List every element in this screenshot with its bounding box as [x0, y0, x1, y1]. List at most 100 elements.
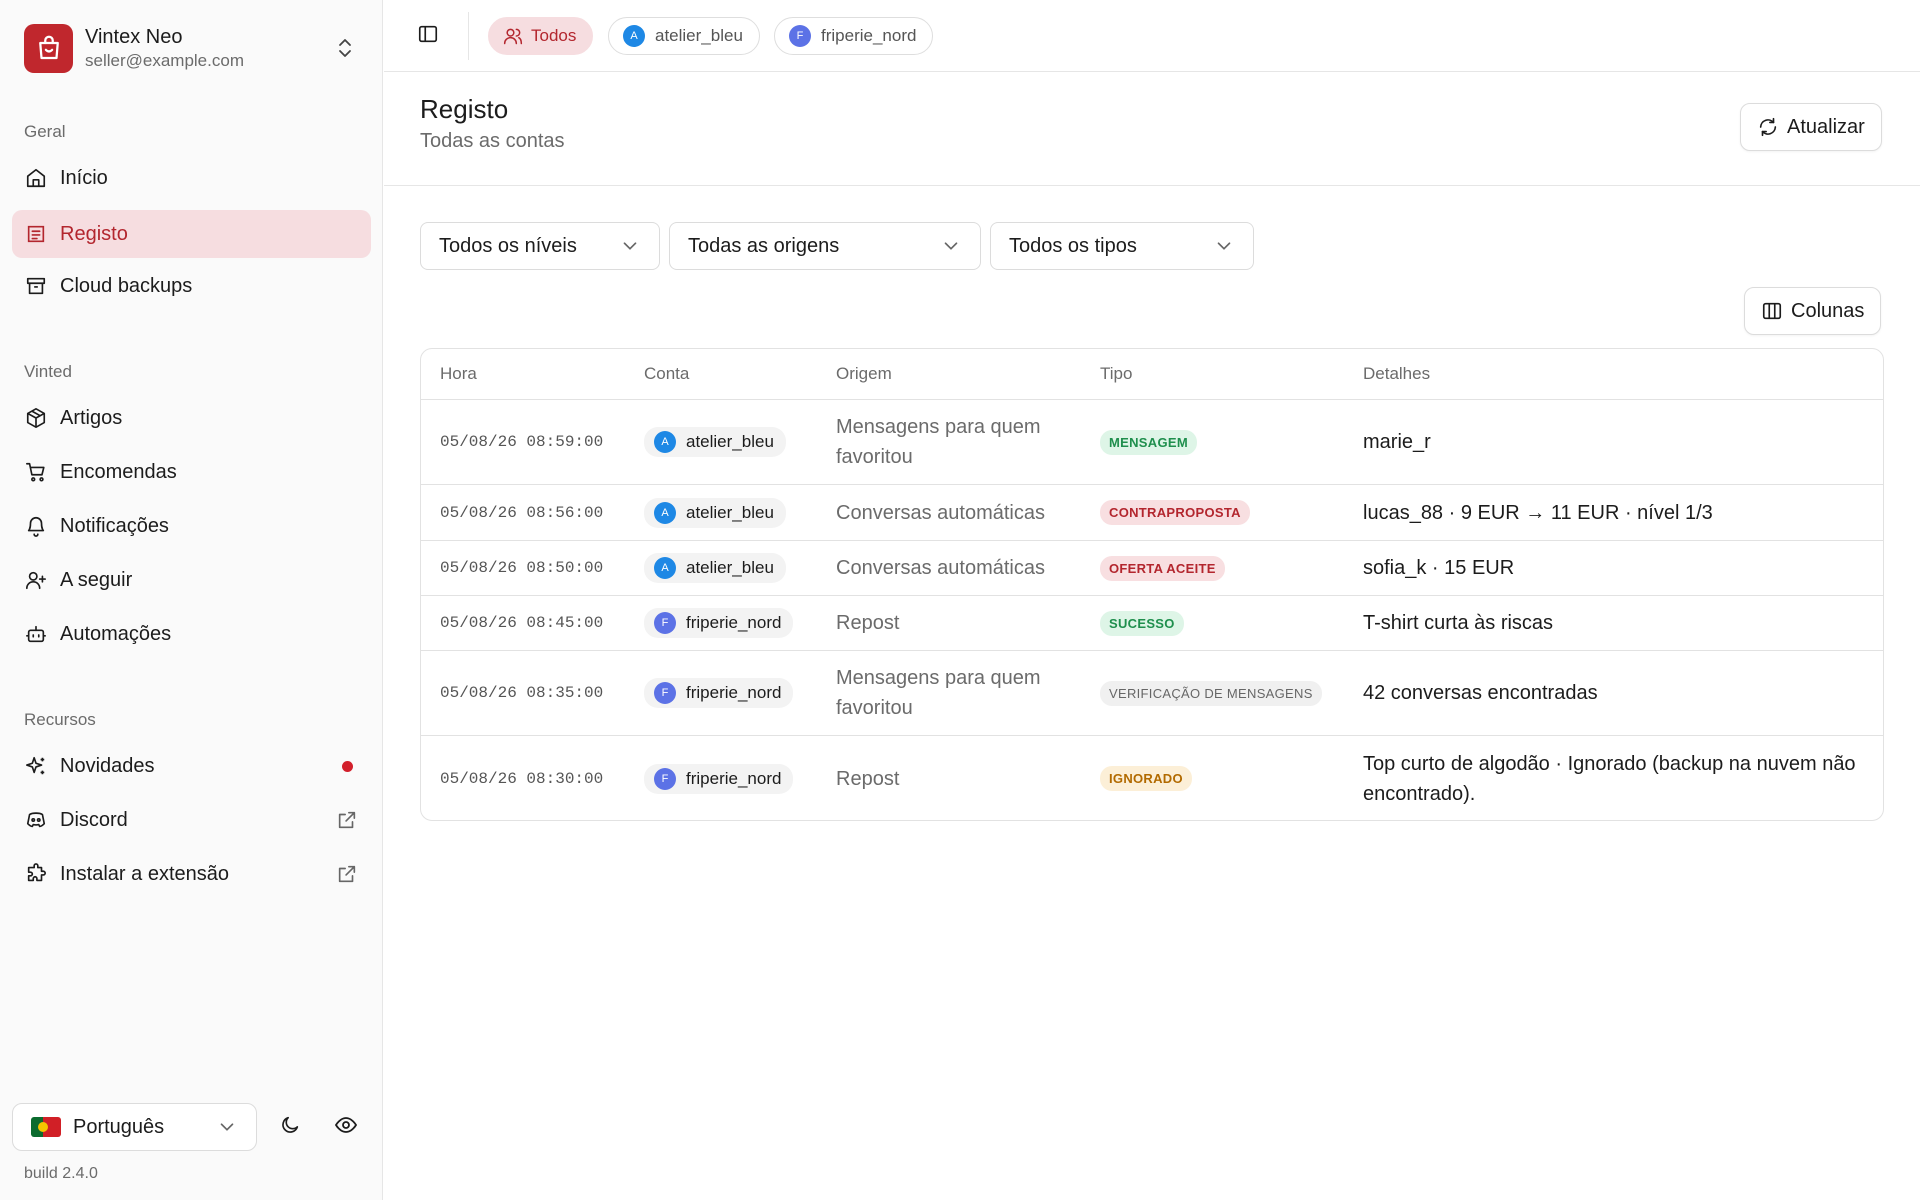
account-name: atelier_bleu: [686, 558, 774, 577]
chevron-down-icon: [216, 1116, 238, 1144]
sidebar-item-registo[interactable]: Registo: [12, 210, 371, 258]
row-details: lucas_88 · 9 EUR → 11 EUR · nível 1/3: [1363, 501, 1713, 524]
sidebar-item-discord[interactable]: Discord: [12, 796, 371, 844]
home-icon: [24, 166, 48, 190]
group-label-recursos: Recursos: [24, 710, 96, 729]
avatar: A: [654, 431, 676, 453]
avatar: A: [654, 501, 676, 524]
row-details: marie_r: [1363, 431, 1431, 453]
sidebar-item-label: Instalar a extensão: [60, 862, 229, 885]
sidebar-item-a-seguir[interactable]: A seguir: [12, 556, 371, 604]
visibility-toggle[interactable]: [326, 1107, 366, 1147]
avatar: F: [654, 767, 676, 790]
external-link-icon: [335, 808, 359, 832]
refresh-button[interactable]: Atualizar: [1740, 103, 1882, 151]
sidebar-item-novidades[interactable]: Novidades: [12, 742, 371, 790]
table-row[interactable]: 05/08/26 08:56:00 Aatelier_bleu Conversa…: [421, 485, 1883, 541]
puzzle-icon: [24, 862, 48, 886]
build-version: build 2.4.0: [24, 1165, 98, 1182]
sidebar-item-cloud-backups[interactable]: Cloud backups: [12, 262, 371, 310]
sidebar-item-instalar-extensao[interactable]: Instalar a extensão: [12, 850, 371, 898]
dark-mode-toggle[interactable]: [270, 1107, 310, 1147]
account-pill: Ffriperie_nord: [644, 678, 794, 708]
chevron-down-icon: [940, 235, 962, 263]
avatar: F: [654, 682, 676, 704]
account-name: friperie_nord: [686, 683, 782, 702]
brand-email: seller@example.com: [85, 51, 244, 70]
type-badge: CONTRAPROPOSTA: [1100, 500, 1250, 525]
table-row[interactable]: 05/08/26 08:45:00 Ffriperie_nord Repost …: [421, 596, 1883, 651]
refresh-icon: [1757, 116, 1779, 138]
package-icon: [24, 406, 48, 430]
row-origin: Conversas automáticas: [836, 557, 1045, 579]
column-header-hora[interactable]: Hora: [440, 364, 477, 384]
row-details: Top curto de algodão · Ignorado (backup …: [1363, 752, 1856, 805]
table-row[interactable]: 05/08/26 08:59:00 Aatelier_bleu Mensagen…: [421, 400, 1883, 485]
avatar: F: [789, 25, 811, 47]
sidebar-item-label: Encomendas: [60, 460, 177, 483]
account-filter-atelier-bleu[interactable]: A atelier_bleu: [608, 17, 760, 55]
cart-icon: [24, 460, 48, 484]
sidebar-item-label: Registo: [60, 222, 128, 245]
table-row[interactable]: 05/08/26 08:35:00 Ffriperie_nord Mensage…: [421, 651, 1883, 736]
divider: [468, 12, 469, 60]
sidebar-item-label: Início: [60, 166, 108, 189]
select-value: Todos os tipos: [1009, 234, 1137, 257]
page-subtitle: Todas as contas: [420, 130, 565, 152]
sidebar-item-inicio[interactable]: Início: [12, 154, 371, 202]
account-filter-friperie-nord[interactable]: F friperie_nord: [774, 17, 934, 55]
level-filter-select[interactable]: Todos os níveis: [420, 222, 660, 270]
column-header-detalhes[interactable]: Detalhes: [1363, 364, 1430, 384]
row-time: 05/08/26 08:56:00: [440, 503, 604, 522]
origin-filter-select[interactable]: Todas as origens: [669, 222, 981, 270]
type-filter-select[interactable]: Todos os tipos: [990, 222, 1254, 270]
account-name: atelier_bleu: [686, 432, 774, 451]
row-details: 42 conversas encontradas: [1363, 682, 1598, 704]
table-header: Hora Conta Origem Tipo Detalhes: [421, 349, 1883, 400]
table-row[interactable]: 05/08/26 08:30:00 Ffriperie_nord Repost …: [421, 736, 1883, 820]
table-row[interactable]: 05/08/26 08:50:00 Aatelier_bleu Conversa…: [421, 541, 1883, 596]
sparkles-icon: [24, 754, 48, 778]
columns-button[interactable]: Colunas: [1744, 287, 1882, 335]
sidebar-item-label: Cloud backups: [60, 274, 193, 297]
chevron-down-icon: [1213, 235, 1235, 263]
refresh-label: Atualizar: [1787, 115, 1865, 138]
row-origin: Repost: [836, 612, 900, 634]
row-origin: Mensagens para quem favoritou: [836, 667, 1041, 719]
account-pill: Ffriperie_nord: [644, 608, 794, 638]
eye-icon: [334, 1113, 358, 1142]
sidebar-item-artigos[interactable]: Artigos: [12, 394, 371, 442]
chevrons-up-down-icon: [333, 36, 357, 60]
new-indicator-dot: [335, 754, 359, 778]
external-link-icon: [335, 862, 359, 886]
avatar: A: [623, 25, 645, 47]
column-header-origem[interactable]: Origem: [836, 364, 892, 384]
account-filter-todos[interactable]: Todos: [488, 17, 594, 55]
language-select[interactable]: Português: [12, 1103, 257, 1151]
column-header-tipo[interactable]: Tipo: [1100, 364, 1132, 384]
bot-icon: [24, 622, 48, 646]
brand-name: Vintex Neo: [85, 26, 183, 48]
language-label: Português: [73, 1115, 165, 1138]
page-header: Registo Todas as contas Atualizar: [384, 72, 1920, 186]
group-label-vinted: Vinted: [24, 362, 72, 381]
select-value: Todas as origens: [688, 234, 840, 257]
type-badge: VERIFICAÇÃO DE MENSAGENS: [1100, 680, 1322, 706]
sidebar-item-encomendas[interactable]: Encomendas: [12, 448, 371, 496]
account-pill: Ffriperie_nord: [644, 763, 794, 794]
shopping-bag-logo-icon: [24, 23, 73, 73]
page-title: Registo: [420, 94, 509, 124]
sidebar: Vintex Neo seller@example.com Geral Iníc…: [0, 0, 383, 1200]
sidebar-item-label: A seguir: [60, 568, 133, 591]
account-switcher[interactable]: Vintex Neo seller@example.com: [12, 12, 367, 84]
sidebar-item-automacoes[interactable]: Automações: [12, 610, 371, 658]
column-header-conta[interactable]: Conta: [644, 364, 689, 384]
chip-label: Todos: [531, 26, 577, 45]
row-details: T-shirt curta às riscas: [1363, 612, 1554, 634]
row-origin: Mensagens para quem favoritou: [836, 416, 1041, 468]
toggle-sidebar-button[interactable]: [408, 16, 448, 56]
account-name: friperie_nord: [686, 613, 782, 632]
sidebar-item-notificacoes[interactable]: Notificações: [12, 502, 371, 550]
row-time: 05/08/26 08:30:00: [440, 769, 604, 788]
row-origin: Repost: [836, 767, 900, 790]
